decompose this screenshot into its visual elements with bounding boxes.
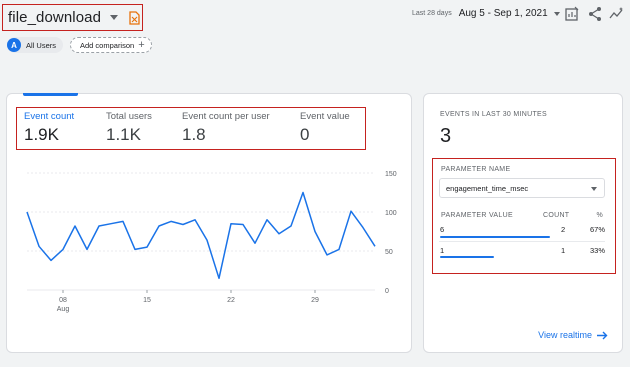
data-point — [25, 210, 29, 214]
row-share-bar — [440, 236, 550, 238]
row-count: 2 — [561, 225, 566, 234]
view-realtime-link[interactable]: View realtime — [538, 330, 608, 340]
data-point — [373, 244, 377, 248]
data-point — [181, 222, 185, 226]
data-point — [169, 219, 173, 223]
parameter-name-label: PARAMETER NAME — [441, 166, 511, 173]
row-value: 1 — [440, 246, 445, 255]
doc-icon[interactable] — [128, 10, 141, 25]
y-tick-label: 150 — [385, 171, 397, 178]
data-point — [349, 209, 353, 213]
row-value: 6 — [440, 225, 445, 234]
data-point — [301, 191, 305, 195]
data-point — [265, 218, 269, 222]
data-point — [361, 226, 365, 230]
data-point — [325, 253, 329, 257]
data-point — [73, 224, 77, 228]
row-percent: 33% — [589, 246, 605, 255]
data-point — [145, 245, 149, 249]
column-header-percent: % — [596, 212, 603, 219]
parameter-selected-value: engagement_time_msec — [446, 184, 529, 193]
x-tick-label: 08 — [59, 297, 67, 304]
view-realtime-label: View realtime — [538, 330, 592, 340]
x-tick-label: 15 — [143, 297, 151, 304]
plus-icon: + — [138, 38, 145, 51]
data-point — [97, 224, 101, 228]
x-tick-label: 22 — [227, 297, 235, 304]
parameter-select[interactable]: engagement_time_msec — [439, 178, 605, 198]
segment-label: All Users — [26, 40, 57, 50]
data-point — [241, 222, 245, 226]
row-percent: 67% — [589, 225, 605, 234]
add-comparison-label: Add comparison — [80, 40, 135, 50]
chevron-down-icon[interactable] — [110, 15, 119, 20]
data-point — [289, 224, 293, 228]
y-tick-label: 0 — [385, 288, 389, 295]
data-point — [109, 222, 113, 226]
data-point — [157, 224, 161, 228]
x-tick-label: 29 — [311, 297, 319, 304]
data-point — [61, 247, 65, 251]
data-point — [205, 238, 209, 242]
parameter-panel: PARAMETER NAME engagement_time_msec PARA… — [432, 158, 616, 274]
table-row[interactable]: 1 1 33% — [439, 241, 605, 261]
column-header-parameter-value: PARAMETER VALUE — [441, 212, 513, 219]
row-share-bar — [440, 256, 494, 258]
data-point — [313, 230, 317, 234]
arrow-right-icon — [597, 331, 608, 339]
share-icon[interactable] — [587, 6, 603, 22]
chevron-down-icon — [591, 187, 597, 191]
column-header-count: COUNT — [543, 212, 570, 219]
chevron-down-icon — [553, 11, 560, 16]
event-title: file_download — [8, 9, 102, 26]
data-point — [37, 244, 41, 248]
x-tick-sublabel: Aug — [57, 306, 70, 313]
table-row[interactable]: 6 2 67% — [439, 221, 605, 241]
y-tick-label: 100 — [385, 210, 397, 217]
date-range-text: Aug 5 - Sep 1, 2021 — [458, 8, 548, 19]
y-tick-label: 50 — [385, 249, 393, 256]
segment-chip-all-users[interactable]: A All Users — [7, 37, 64, 53]
date-preset: Last 28 days — [412, 10, 452, 17]
data-point — [277, 232, 281, 236]
date-range-picker[interactable]: Last 28 days Aug 5 - Sep 1, 2021 — [412, 8, 560, 19]
data-point — [229, 222, 233, 226]
data-point — [337, 247, 341, 251]
realtime-title: EVENTS IN LAST 30 MINUTES — [440, 111, 547, 118]
data-point — [217, 276, 221, 280]
data-point — [121, 219, 125, 223]
metrics-card: Event count 1.9K Total users 1.1K Event … — [6, 93, 412, 353]
series-line-event-count — [26, 191, 376, 280]
add-comparison-button[interactable]: Add comparison + — [70, 37, 152, 53]
data-point — [253, 241, 257, 245]
realtime-card: EVENTS IN LAST 30 MINUTES 3 PARAMETER NA… — [423, 93, 623, 353]
data-point — [85, 247, 89, 251]
data-point — [49, 258, 53, 262]
event-title-selector[interactable]: file_download — [2, 4, 143, 31]
realtime-value: 3 — [440, 125, 452, 147]
data-point — [193, 218, 197, 222]
row-count: 1 — [561, 246, 566, 255]
insights-icon[interactable] — [609, 6, 625, 22]
customize-report-icon[interactable] — [564, 6, 580, 22]
segment-badge: A — [7, 38, 21, 52]
event-count-line-chart: 150 100 50 0 08 Aug 15 22 29 — [25, 171, 397, 313]
data-point — [133, 247, 137, 251]
